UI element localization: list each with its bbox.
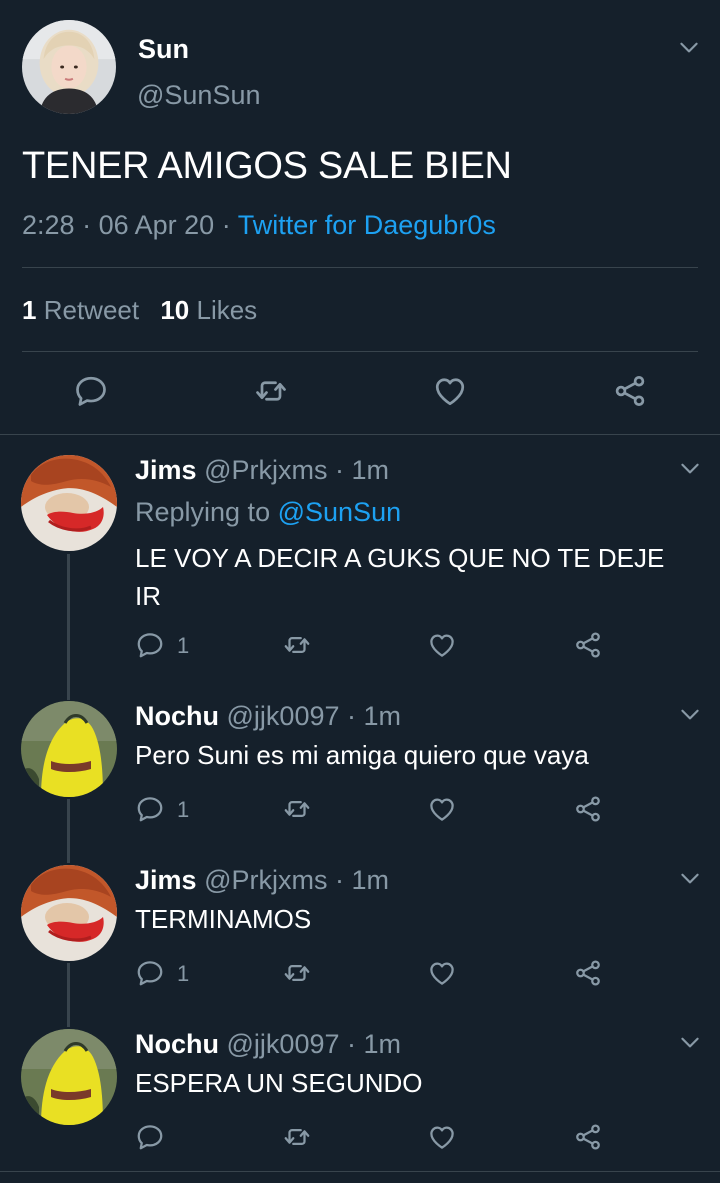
author-handle[interactable]: @SunSun (137, 80, 261, 111)
thread-line (67, 963, 70, 1027)
reply-text-line: IR (135, 581, 161, 611)
heart-icon[interactable] (427, 1122, 457, 1152)
retweet-icon[interactable] (282, 794, 312, 824)
retweet-icon[interactable] (282, 958, 312, 988)
reply-handle[interactable]: @jjk0097 (227, 701, 340, 731)
reply-text: ESPERA UN SEGUNDO (135, 1068, 423, 1098)
share-icon[interactable] (573, 630, 603, 660)
reply-icon[interactable] (135, 958, 165, 988)
retweets-stat[interactable]: 1 Retweet (22, 295, 146, 325)
chevron-down-icon[interactable] (677, 455, 703, 481)
retweet-icon[interactable] (282, 630, 312, 660)
avatar-nochu[interactable] (21, 701, 117, 797)
tweet-source-link[interactable]: Twitter for Daegubr0s (238, 210, 496, 240)
reply-count: 1 (177, 797, 190, 822)
heart-icon[interactable] (427, 958, 457, 988)
reply-handle[interactable]: @Prkjxms (204, 455, 327, 485)
reply-header: Nochu @jjk0097 · 1m (135, 701, 401, 732)
reply-display-name[interactable]: Nochu (135, 1029, 219, 1059)
divider (0, 1171, 720, 1172)
meta-separator: · (334, 865, 344, 895)
avatar-jims[interactable] (21, 865, 117, 961)
reply-display-name[interactable]: Jims (135, 455, 197, 485)
heart-icon[interactable] (432, 373, 468, 409)
avatar-image (21, 1029, 117, 1125)
likes-count: 10 (160, 295, 190, 325)
reply-time: 1m (351, 865, 390, 895)
reply-text: TERMINAMOS (135, 904, 312, 934)
avatar-image (21, 455, 117, 551)
likes-label: Likes (196, 295, 258, 325)
tweet-date: 06 Apr 20 (98, 210, 215, 240)
reply-icon[interactable] (135, 794, 165, 824)
author-display-name[interactable]: Sun (138, 34, 189, 65)
reply-icon[interactable] (135, 1122, 165, 1152)
retweets-count: 1 (22, 295, 37, 325)
reply-icon[interactable] (135, 630, 165, 660)
meta-separator: · (334, 455, 344, 485)
reply-count: 1 (177, 961, 190, 986)
likes-stat[interactable]: 10 Likes (160, 295, 257, 325)
retweet-icon[interactable] (253, 373, 289, 409)
meta-separator: · (221, 210, 231, 240)
avatar-sun[interactable] (22, 20, 116, 114)
avatar-image (21, 865, 117, 961)
tweet-time: 2:28 (22, 210, 75, 240)
reply-handle[interactable]: @jjk0097 (227, 1029, 340, 1059)
share-icon[interactable] (573, 958, 603, 988)
replying-to: Replying to @SunSun (135, 497, 401, 528)
reply-icon[interactable] (73, 373, 109, 409)
retweet-icon[interactable] (282, 1122, 312, 1152)
chevron-down-icon[interactable] (677, 1029, 703, 1055)
divider (22, 267, 698, 268)
reply-text-line: LE VOY A DECIR A GUKS QUE NO TE DEJE (135, 543, 665, 573)
tweet-meta: 2:28 · 06 Apr 20 · Twitter for Daegubr0s (22, 210, 496, 241)
reply-text: LE VOY A DECIR A GUKS QUE NO TE DEJE IR (135, 539, 664, 615)
tweet-text: TENER AMIGOS SALE BIEN (22, 145, 512, 187)
reply-count: 1 (177, 633, 190, 658)
divider (0, 434, 720, 435)
chevron-down-icon[interactable] (677, 865, 703, 891)
tweet-stats: 1 Retweet 10 Likes (22, 295, 257, 326)
avatar-jims[interactable] (21, 455, 117, 551)
reply-time: 1m (363, 701, 402, 731)
reply-header: Nochu @jjk0097 · 1m (135, 1029, 401, 1060)
meta-separator: · (82, 210, 92, 240)
replying-to-prefix: Replying to (135, 497, 271, 527)
chevron-down-icon[interactable] (677, 701, 703, 727)
divider (22, 351, 698, 352)
meta-separator: · (347, 701, 357, 731)
avatar-image (22, 20, 116, 114)
avatar-image (21, 701, 117, 797)
chevron-down-icon[interactable] (676, 34, 702, 60)
reply-handle[interactable]: @Prkjxms (204, 865, 327, 895)
share-icon[interactable] (573, 1122, 603, 1152)
reply-header: Jims @Prkjxms · 1m (135, 865, 389, 896)
reply-header: Jims @Prkjxms · 1m (135, 455, 389, 486)
reply-time: 1m (363, 1029, 402, 1059)
thread-line (67, 554, 70, 700)
replying-to-handle[interactable]: @SunSun (278, 497, 402, 527)
reply-text: Pero Suni es mi amiga quiero que vaya (135, 740, 589, 770)
reply-time: 1m (351, 455, 390, 485)
share-icon[interactable] (612, 373, 648, 409)
meta-separator: · (347, 1029, 357, 1059)
reply-display-name[interactable]: Nochu (135, 701, 219, 731)
heart-icon[interactable] (427, 630, 457, 660)
share-icon[interactable] (573, 794, 603, 824)
avatar-nochu[interactable] (21, 1029, 117, 1125)
retweets-label: Retweet (43, 295, 140, 325)
thread-line (67, 799, 70, 863)
heart-icon[interactable] (427, 794, 457, 824)
reply-display-name[interactable]: Jims (135, 865, 197, 895)
